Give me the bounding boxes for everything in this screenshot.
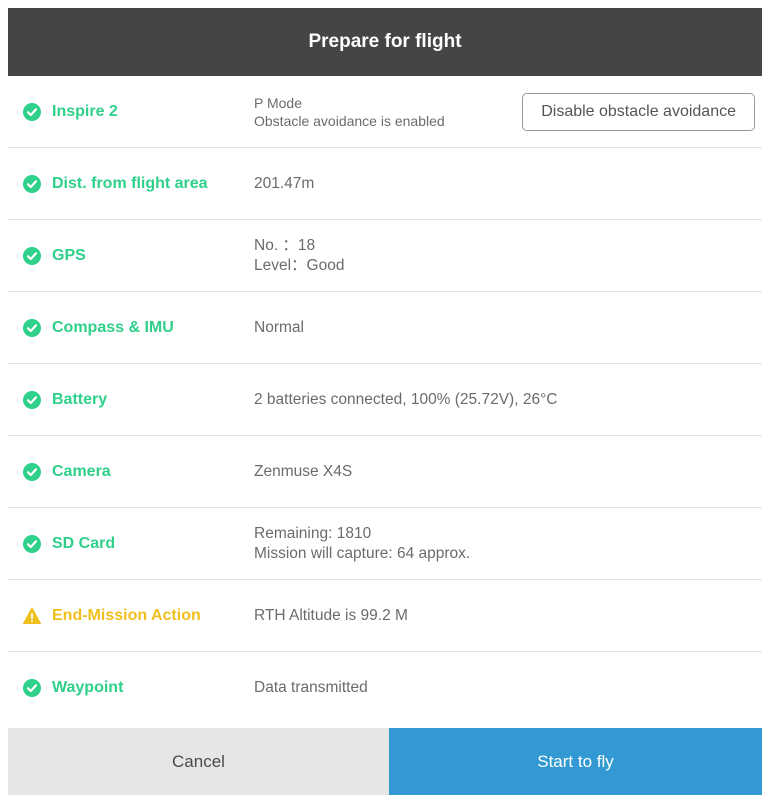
check-value: 2 batteries connected, 100% (25.72V), 26… — [254, 390, 557, 410]
dialog-footer: Cancel Start to fly — [8, 728, 762, 795]
check-value: Zenmuse X4S — [254, 462, 352, 482]
check-label: Compass & IMU — [52, 318, 174, 336]
warning-triangle-icon — [23, 607, 41, 624]
check-value: Remaining: 1810 Mission will capture: 64… — [254, 524, 470, 564]
distance-text: 201.47m — [254, 174, 315, 192]
check-circle-icon — [23, 246, 41, 265]
check-value: RTH Altitude is 99.2 M — [254, 606, 408, 626]
battery-status-text: 2 batteries connected, 100% (25.72V), 26… — [254, 390, 558, 408]
check-label: GPS — [52, 246, 86, 264]
waypoint-status-text: Data transmitted — [254, 679, 368, 696]
check-row-waypoint: Waypoint Data transmitted — [8, 652, 762, 724]
check-label: Dist. from flight area — [52, 174, 208, 192]
dialog-header: Prepare for flight — [8, 8, 762, 76]
dialog-title: Prepare for flight — [308, 31, 462, 52]
gps-count-text: No. ：18 — [254, 236, 316, 254]
check-row-camera: Camera Zenmuse X4S — [8, 436, 762, 508]
check-row-end-mission: End-Mission Action RTH Altitude is 99.2 … — [8, 580, 762, 652]
check-circle-icon — [23, 318, 41, 337]
check-value: Data transmitted — [254, 678, 368, 698]
cancel-button[interactable]: Cancel — [8, 728, 389, 795]
check-label: End-Mission Action — [52, 606, 201, 624]
check-row-distance: Dist. from flight area 201.47m — [8, 148, 762, 220]
check-row-battery: Battery 2 batteries connected, 100% (25.… — [8, 364, 762, 436]
check-row-compass: Compass & IMU Normal — [8, 292, 762, 364]
check-circle-icon — [23, 462, 41, 481]
check-row-sd-card: SD Card Remaining: 1810 Mission will cap… — [8, 508, 762, 580]
check-label: Inspire 2 — [52, 102, 118, 120]
camera-model-text: Zenmuse X4S — [254, 462, 353, 480]
rth-altitude-text: RTH Altitude is 99.2 M — [254, 606, 408, 624]
start-to-fly-button[interactable]: Start to fly — [389, 728, 762, 795]
compass-status-text: Normal — [254, 318, 304, 336]
sd-remaining-text: Remaining: 1810 — [254, 524, 372, 542]
check-label: Camera — [52, 462, 111, 480]
check-label: SD Card — [52, 534, 116, 552]
check-circle-icon — [23, 102, 41, 121]
check-row-aircraft: Inspire 2 P Mode Obstacle avoidance is e… — [8, 76, 762, 148]
sd-capture-text: Mission will capture: 64 approx. — [254, 544, 471, 562]
check-circle-icon — [23, 534, 41, 553]
check-value: No. ：18 Level：Good — [254, 236, 344, 276]
check-circle-icon — [23, 390, 41, 409]
check-row-gps: GPS No. ：18 Level：Good — [8, 220, 762, 292]
disable-obstacle-avoidance-button[interactable]: Disable obstacle avoidance — [522, 93, 755, 131]
check-value: 201.47m — [254, 174, 314, 194]
check-label: Battery — [52, 390, 108, 408]
gps-level-text: Level：Good — [254, 256, 345, 274]
prepare-for-flight-dialog: Prepare for flight Inspire 2 P Mode Obst… — [8, 8, 762, 795]
check-label: Waypoint — [52, 679, 124, 696]
check-value: Normal — [254, 318, 304, 338]
check-circle-icon — [23, 174, 41, 193]
flight-mode-text: P Mode — [254, 94, 302, 111]
obstacle-status-text: Obstacle avoidance is enabled — [254, 112, 445, 129]
preflight-checklist: Inspire 2 P Mode Obstacle avoidance is e… — [8, 76, 762, 724]
check-value: P Mode Obstacle avoidance is enabled — [254, 94, 445, 130]
check-circle-icon — [23, 679, 41, 697]
